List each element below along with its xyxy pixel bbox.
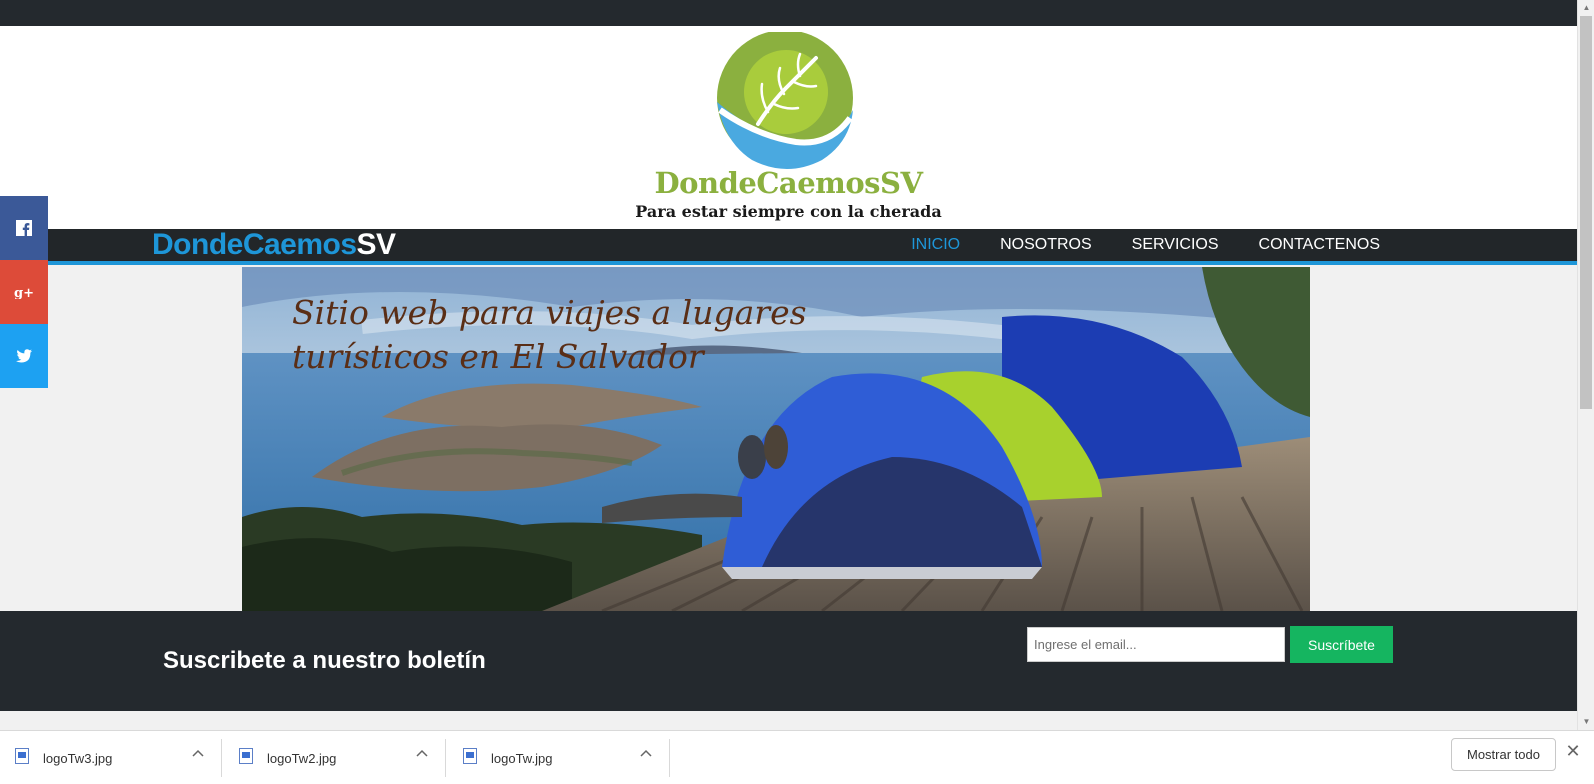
brand-link[interactable]: DondeCaemosSV (152, 229, 396, 261)
page-scrollbar[interactable]: ▲ ▼ (1577, 0, 1594, 736)
logo-title: DondeCaemosSV (654, 166, 923, 200)
newsletter-title: Suscribete a nuestro boletín (163, 647, 486, 674)
twitter-icon (16, 349, 32, 363)
social-sidebar: g+ (0, 196, 48, 388)
nav-menu: INICIO NOSOTROS SERVICIOS CONTACTENOS (891, 229, 1400, 261)
browser-viewport: DondeCaemosSV Para estar siempre con la … (0, 0, 1577, 736)
download-filename: logoTw3.jpg (43, 751, 113, 766)
chevron-up-icon[interactable] (415, 747, 429, 761)
facebook-icon (16, 220, 32, 236)
hero-line-2: turísticos en El Salvador (292, 337, 704, 376)
main-navbar: DondeCaemosSV INICIO NOSOTROS SERVICIOS … (0, 229, 1577, 265)
facebook-share-button[interactable] (0, 196, 48, 260)
scroll-up-arrow-icon[interactable]: ▲ (1578, 2, 1594, 14)
newsletter-section: Suscribete a nuestro boletín Suscríbete (0, 611, 1577, 711)
download-filename: logoTw.jpg (491, 751, 553, 766)
leaf-logo-icon (717, 32, 853, 169)
logo-subtitle: Para estar siempre con la cherada (635, 202, 942, 221)
show-all-downloads-button[interactable]: Mostrar todo (1451, 738, 1556, 771)
hero-tagline: Sitio web para viajes a lugares turístic… (292, 291, 807, 379)
download-item[interactable]: logoTw3.jpg (0, 739, 222, 777)
chevron-up-icon[interactable] (639, 747, 653, 761)
subscribe-button[interactable]: Suscríbete (1290, 626, 1393, 663)
close-icon[interactable]: ✕ (1565, 741, 1581, 761)
twitter-share-button[interactable] (0, 324, 48, 388)
image-file-icon (15, 748, 29, 764)
downloads-bar: logoTw3.jpg logoTw2.jpg logoTw.jpg Mostr… (0, 730, 1594, 784)
nav-item-servicios[interactable]: SERVICIOS (1112, 229, 1239, 261)
nav-item-nosotros[interactable]: NOSOTROS (980, 229, 1112, 261)
download-item[interactable]: logoTw.jpg (448, 739, 670, 777)
image-file-icon (463, 748, 477, 764)
google-plus-share-button[interactable]: g+ (0, 260, 48, 324)
brand-part-1: DondeCaemos (152, 228, 357, 261)
scroll-thumb[interactable] (1580, 16, 1592, 409)
google-plus-icon: g+ (14, 286, 34, 299)
download-filename: logoTw2.jpg (267, 751, 337, 766)
email-input[interactable] (1027, 627, 1285, 662)
chevron-up-icon[interactable] (191, 747, 205, 761)
download-item[interactable]: logoTw2.jpg (224, 739, 446, 777)
svg-text:g+: g+ (14, 286, 34, 299)
scroll-down-arrow-icon[interactable]: ▼ (1578, 716, 1594, 728)
hero-banner: Sitio web para viajes a lugares turístic… (242, 267, 1310, 611)
top-bar (0, 0, 1577, 26)
nav-item-inicio[interactable]: INICIO (891, 229, 980, 261)
image-file-icon (239, 748, 253, 764)
hero-line-1: Sitio web para viajes a lugares (292, 293, 807, 332)
logo-header: DondeCaemosSV Para estar siempre con la … (0, 26, 1577, 229)
nav-item-contactenos[interactable]: CONTACTENOS (1239, 229, 1400, 261)
brand-part-2: SV (356, 228, 397, 261)
